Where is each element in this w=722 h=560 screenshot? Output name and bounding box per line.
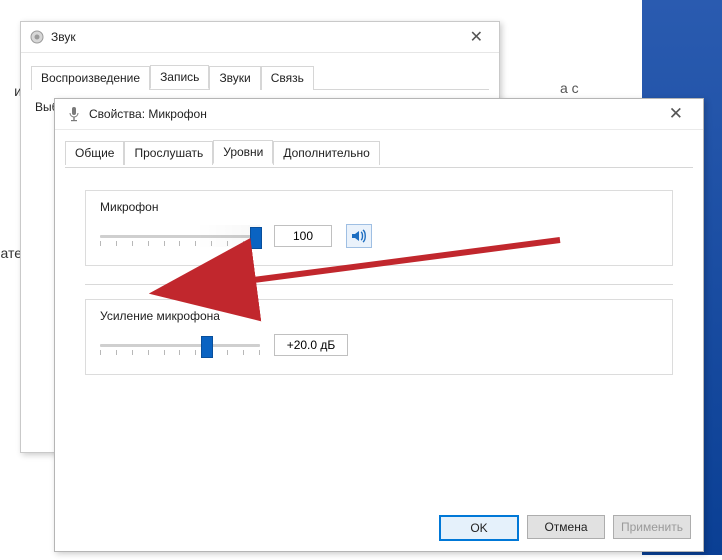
- cancel-button[interactable]: Отмена: [527, 515, 605, 539]
- apply-button: Применить: [613, 515, 691, 539]
- mic-level-value[interactable]: 100: [274, 225, 332, 247]
- divider: [85, 284, 673, 285]
- mic-level-slider[interactable]: [100, 223, 260, 249]
- mic-boost-label: Усиление микрофона: [100, 309, 220, 323]
- mic-level-thumb[interactable]: [250, 227, 262, 249]
- tab-advanced[interactable]: Дополнительно: [273, 141, 379, 165]
- mic-boost-thumb[interactable]: [201, 336, 213, 358]
- tab-sounds[interactable]: Звуки: [209, 66, 260, 90]
- tab-playback[interactable]: Воспроизведение: [31, 66, 150, 90]
- mic-level-label: Микрофон: [100, 200, 158, 214]
- tab-levels[interactable]: Уровни: [213, 140, 273, 164]
- close-icon[interactable]: ✕: [655, 100, 697, 128]
- speaker-icon: [29, 29, 45, 45]
- background-text: а с: [560, 80, 579, 96]
- sound-window-title: Звук: [51, 30, 76, 44]
- tab-listen[interactable]: Прослушать: [124, 141, 213, 165]
- mute-button[interactable]: [346, 224, 372, 248]
- mic-boost-group: Усиление микрофона +20.0 дБ: [85, 299, 673, 375]
- microphone-icon: [67, 106, 81, 122]
- dialog-buttons: OK Отмена Применить: [439, 515, 691, 541]
- tab-record[interactable]: Запись: [150, 65, 209, 89]
- tab-general[interactable]: Общие: [65, 141, 124, 165]
- levels-panel: Микрофон 100: [65, 167, 693, 503]
- prop-tabs: Общие Прослушать Уровни Дополнительно: [65, 140, 693, 164]
- mic-boost-slider[interactable]: [100, 332, 260, 358]
- tab-communications[interactable]: Связь: [261, 66, 314, 90]
- mic-level-group: Микрофон 100: [85, 190, 673, 266]
- mic-boost-value[interactable]: +20.0 дБ: [274, 334, 348, 356]
- volume-icon: [351, 229, 367, 243]
- sound-tabs: Воспроизведение Запись Звуки Связь: [31, 65, 489, 90]
- ok-button[interactable]: OK: [439, 515, 519, 541]
- mic-properties-window: Свойства: Микрофон ✕ Общие Прослушать Ур…: [54, 98, 704, 552]
- prop-window-title: Свойства: Микрофон: [89, 107, 207, 121]
- close-icon[interactable]: ✕: [462, 27, 491, 47]
- background-fragment: и ате: [0, 80, 22, 264]
